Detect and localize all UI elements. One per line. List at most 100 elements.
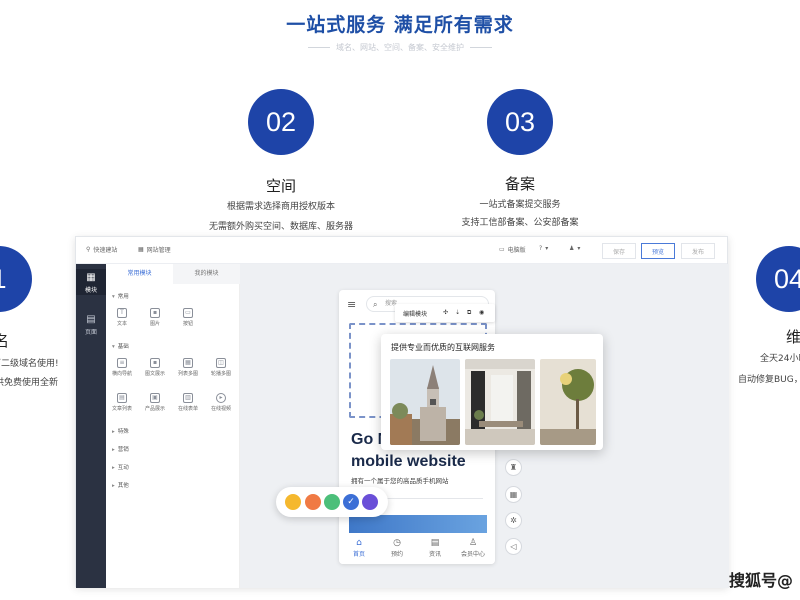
move-down-icon[interactable]: ⇣ xyxy=(455,309,460,316)
color-swatch-green[interactable] xyxy=(324,494,340,510)
plant-photo xyxy=(540,359,596,445)
nav-news[interactable]: ▤ 资讯 xyxy=(417,538,453,558)
page-subtitle: 域名、网站、空间、备案、安全维护 xyxy=(0,42,800,53)
product-icon: ▣ xyxy=(150,393,160,403)
site-manage-link[interactable]: ▦ 网站管理 xyxy=(138,245,171,254)
widget-label: 在线视频 xyxy=(210,406,231,412)
user-menu[interactable]: ♟ ▾ xyxy=(569,245,580,252)
chevron-right-icon: ▸ xyxy=(112,429,115,435)
category-label: 常用 xyxy=(117,294,129,300)
widget-label: 轮播多图 xyxy=(210,371,231,377)
location-pin-icon: ⚲ xyxy=(86,246,91,253)
clock-icon: ◷ xyxy=(393,538,401,548)
widget-nav[interactable]: ≡ 横向导航 xyxy=(111,358,133,377)
quick-start-link[interactable]: ⚲ 快速建站 xyxy=(86,245,117,254)
widget-button[interactable]: ▭ 按钮 xyxy=(177,308,199,327)
category-basic[interactable]: ▾ 基础 xyxy=(112,342,129,350)
category-common[interactable]: ▾ 常用 xyxy=(112,292,129,300)
check-icon: ✓ xyxy=(347,497,355,507)
step-number-badge: 03 xyxy=(487,89,553,155)
duplicate-icon[interactable]: ⧉ xyxy=(467,309,471,317)
menu-icon[interactable]: ≡ xyxy=(347,298,356,311)
chevron-right-icon: ▸ xyxy=(112,465,115,471)
preview-button[interactable]: 预览 xyxy=(641,243,675,259)
carousel-icon: ◫ xyxy=(216,358,226,368)
grid-icon: ▦ xyxy=(86,272,96,283)
sidebar-item-modules[interactable]: ▦ 模块 xyxy=(76,269,106,295)
color-swatch-purple[interactable] xyxy=(362,494,378,510)
sidebar-item-pages[interactable]: ▤ 页面 xyxy=(76,314,106,338)
widget-form[interactable]: ▥ 在线表单 xyxy=(177,393,199,412)
divider xyxy=(470,47,492,48)
module-panel: 常用模块 我的模块 ▾ 常用 T 文本 ▪ 图片 ▭ 按钮 ▾ 基础 ≡ 横向导航 ▪ 图文展… xyxy=(106,264,240,588)
nav-label: 首页 xyxy=(352,551,365,558)
nav-booking[interactable]: ◷ 预约 xyxy=(379,538,415,558)
interior-photo xyxy=(465,359,535,445)
device-switch[interactable]: ▭ 电脑版 xyxy=(499,245,526,254)
hero-headline-line2: mobile website xyxy=(351,453,466,470)
phone-bottom-nav: ⌂ 首页 ◷ 预约 ▤ 资讯 ♙ 会员中心 xyxy=(339,534,495,564)
image-text-icon: ▪ xyxy=(150,358,160,368)
banner-image xyxy=(349,515,487,533)
settings-icon[interactable]: ✲ xyxy=(505,512,522,529)
play-icon: ▸ xyxy=(216,393,226,403)
category-interactive[interactable]: ▸ 互动 xyxy=(112,463,129,471)
step-number-badge: 02 xyxy=(248,89,314,155)
widget-video[interactable]: ▸ 在线视频 xyxy=(210,393,232,412)
chevron-down-icon: ▾ xyxy=(545,245,549,252)
tab-my-modules[interactable]: 我的模块 xyxy=(173,264,240,284)
widget-image-text[interactable]: ▪ 图文展示 xyxy=(144,358,166,377)
color-swatch-orange[interactable] xyxy=(305,494,321,510)
widget-carousel[interactable]: ◫ 轮播多图 xyxy=(210,358,232,377)
widget-label: 文本 xyxy=(116,321,127,327)
builder-topbar: ⚲ 快速建站 ▦ 网站管理 ▭ 电脑版 ? ▾ ♟ ▾ 保存 预览 发布 xyxy=(76,237,727,264)
tab-common-modules[interactable]: 常用模块 xyxy=(106,264,173,284)
popup-title: 提供专业而优质的互联网服务 xyxy=(391,343,495,352)
widget-image[interactable]: ▪ 图片 xyxy=(144,308,166,327)
publish-button[interactable]: 发布 xyxy=(681,243,715,259)
category-label: 基础 xyxy=(117,344,129,350)
move-icon[interactable]: ✣ xyxy=(443,309,448,316)
category-special[interactable]: ▸ 特殊 xyxy=(112,427,129,435)
color-swatch-yellow[interactable] xyxy=(285,494,301,510)
theme-icon[interactable]: ♜ xyxy=(505,459,522,476)
widget-article-list[interactable]: ▤ 文章列表 xyxy=(111,393,133,412)
list-images-icon: ▦ xyxy=(183,358,193,368)
service-popup: 提供专业而优质的互联网服务 xyxy=(381,334,603,450)
widget-product[interactable]: ▣ 产品展示 xyxy=(144,393,166,412)
nav-home[interactable]: ⌂ 首页 xyxy=(341,538,377,558)
edit-module-label[interactable]: 编辑模块 xyxy=(403,309,427,318)
apps-icon[interactable]: ▦ xyxy=(505,486,522,503)
category-label: 其他 xyxy=(117,483,129,489)
nav-member[interactable]: ♙ 会员中心 xyxy=(455,538,491,558)
watermark: 搜狐号@ xyxy=(729,571,794,590)
builder-sidebar: ▦ 模块 ▤ 页面 xyxy=(76,264,106,588)
quick-start-label: 快速建站 xyxy=(93,247,118,254)
widget-label: 文章列表 xyxy=(111,406,132,412)
category-marketing[interactable]: ▸ 营销 xyxy=(112,445,129,453)
chevron-right-icon: ▸ xyxy=(112,483,115,489)
step-title: 备案 xyxy=(504,175,535,193)
step-title: 空间 xyxy=(265,177,296,195)
widget-label: 图文展示 xyxy=(144,371,165,377)
chevron-down-icon: ▾ xyxy=(112,294,115,300)
sidebar-item-label: 页面 xyxy=(84,329,97,336)
step-desc: 自动修复BUG， xyxy=(738,375,800,385)
widget-text[interactable]: T 文本 xyxy=(111,308,133,327)
step-desc: 提供免费使用全新 xyxy=(0,378,59,388)
button-icon: ▭ xyxy=(183,308,193,318)
help-menu[interactable]: ? ▾ xyxy=(539,245,548,252)
category-label: 营销 xyxy=(117,447,129,453)
widget-label: 按钮 xyxy=(182,321,193,327)
site-manage-label: 网站管理 xyxy=(146,247,171,254)
category-other[interactable]: ▸ 其他 xyxy=(112,481,129,489)
color-swatch-blue[interactable]: ✓ xyxy=(343,494,359,510)
step-desc: 支持工信部备案、公安部备案 xyxy=(461,218,579,228)
chevron-down-icon: ▾ xyxy=(577,245,581,252)
hide-icon[interactable]: ◉ xyxy=(479,309,484,316)
widget-list-images[interactable]: ▦ 列表多图 xyxy=(177,358,199,377)
home-icon: ⌂ xyxy=(356,538,362,548)
sound-icon[interactable]: ◁ xyxy=(505,538,522,555)
chevron-down-icon: ▾ xyxy=(112,344,115,350)
save-button[interactable]: 保存 xyxy=(602,243,636,259)
